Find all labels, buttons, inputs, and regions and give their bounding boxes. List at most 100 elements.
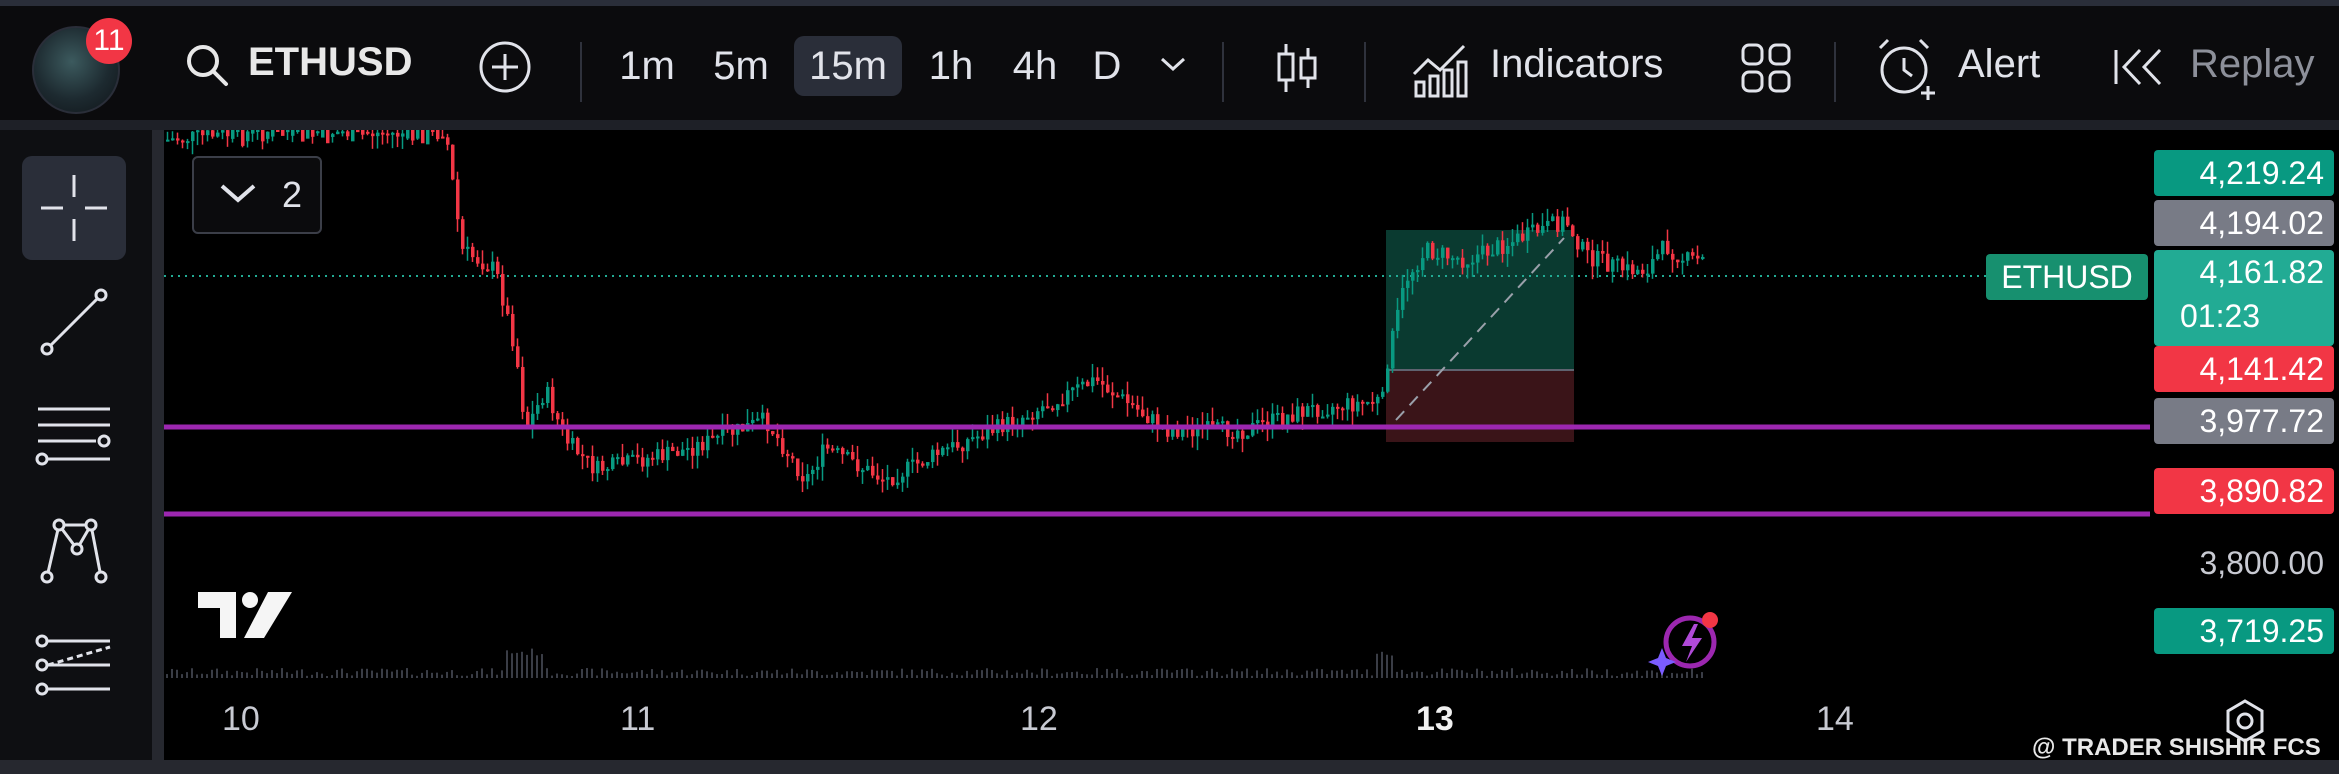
candle-body bbox=[1451, 258, 1455, 261]
candle-body bbox=[1566, 216, 1570, 226]
candles-icon[interactable] bbox=[1272, 42, 1320, 94]
ai-assistant-icon[interactable] bbox=[1646, 606, 1726, 686]
volume-bar bbox=[1571, 668, 1573, 678]
candle-body bbox=[751, 419, 755, 424]
candle-body bbox=[621, 457, 625, 465]
long-position-stop-zone[interactable] bbox=[1386, 370, 1574, 442]
volume-bar bbox=[536, 655, 538, 678]
candle-body bbox=[356, 130, 360, 133]
volume-bar bbox=[976, 669, 978, 678]
candle-body bbox=[1106, 384, 1110, 393]
crosshair-tool[interactable] bbox=[22, 156, 126, 260]
volume-bar bbox=[1381, 651, 1383, 678]
candle-body bbox=[306, 130, 310, 139]
candle-body bbox=[716, 435, 720, 438]
volume-bar bbox=[756, 672, 758, 678]
long-position-profit-zone[interactable] bbox=[1386, 230, 1574, 370]
candle-body bbox=[191, 131, 195, 142]
timeframe-4h[interactable]: 4h bbox=[998, 36, 1072, 96]
candle-body bbox=[1591, 250, 1595, 267]
timeframe-5m[interactable]: 5m bbox=[700, 36, 782, 96]
alert-button[interactable]: Alert bbox=[1958, 42, 2040, 87]
candle-body bbox=[811, 469, 815, 475]
candle-body bbox=[341, 131, 345, 134]
candle-body bbox=[1691, 252, 1695, 256]
candle-body bbox=[1611, 259, 1615, 272]
volume-bar bbox=[1251, 675, 1253, 678]
volume-bar bbox=[1331, 670, 1333, 678]
volume-bar bbox=[671, 672, 673, 678]
search-icon[interactable] bbox=[184, 42, 230, 88]
volume-bar bbox=[1326, 674, 1328, 678]
time-tick: 14 bbox=[1816, 700, 1854, 738]
volume-bar bbox=[751, 675, 753, 678]
volume-bar bbox=[261, 670, 263, 678]
volume-bar bbox=[1591, 670, 1593, 678]
price-label: 3,977.72 bbox=[2154, 398, 2334, 444]
volume-bar bbox=[771, 673, 773, 678]
volume-bar bbox=[1576, 674, 1578, 678]
candle-body bbox=[656, 449, 660, 460]
candle-body bbox=[476, 257, 480, 264]
chevron-down-icon[interactable] bbox=[1158, 54, 1188, 74]
candle-body bbox=[1556, 216, 1560, 232]
volume-bar bbox=[191, 668, 193, 678]
compare-symbol-button[interactable] bbox=[478, 40, 532, 94]
volume-bar bbox=[1256, 670, 1258, 678]
timeframe-1m[interactable]: 1m bbox=[606, 36, 688, 96]
candle-body bbox=[876, 475, 880, 480]
indicators-icon[interactable] bbox=[1410, 40, 1470, 98]
candle-body bbox=[171, 138, 175, 141]
volume-bar bbox=[371, 670, 373, 678]
candle-body bbox=[1021, 417, 1025, 426]
timeframe-15m[interactable]: 15m bbox=[794, 36, 902, 96]
volume-bar bbox=[926, 671, 928, 678]
volume-bar bbox=[746, 675, 748, 678]
volume-bar bbox=[951, 672, 953, 678]
candle-body bbox=[1406, 280, 1410, 288]
candle-body bbox=[1531, 224, 1535, 228]
symbol-search-button[interactable]: ETHUSD bbox=[248, 40, 412, 85]
candle-body bbox=[836, 448, 840, 451]
volume-bar bbox=[1086, 674, 1088, 678]
candle-body bbox=[401, 133, 405, 137]
volume-bar bbox=[666, 675, 668, 678]
volume-bar bbox=[721, 674, 723, 678]
current-price-label: 4,161.82 01:23 bbox=[2154, 250, 2334, 346]
timeframe-d[interactable]: D bbox=[1082, 36, 1132, 96]
candle-body bbox=[481, 263, 485, 270]
volume-bar bbox=[1526, 672, 1528, 678]
candle-body bbox=[816, 466, 820, 470]
trend-line-tool[interactable] bbox=[22, 270, 126, 374]
candle-body bbox=[466, 246, 470, 249]
volume-bar bbox=[266, 673, 268, 678]
candle-body bbox=[1061, 404, 1065, 407]
fib-retracement-tool[interactable] bbox=[22, 384, 126, 488]
volume-bar bbox=[741, 674, 743, 678]
pattern-tool[interactable] bbox=[22, 498, 126, 602]
candle-body bbox=[616, 457, 620, 460]
price-chart[interactable] bbox=[164, 130, 2150, 680]
volume-bar bbox=[961, 675, 963, 678]
replay-button[interactable]: Replay bbox=[2190, 42, 2315, 87]
indicators-button[interactable]: Indicators bbox=[1490, 42, 1663, 87]
volume-bar bbox=[426, 670, 428, 678]
volume-bar bbox=[1191, 669, 1193, 678]
legend-toggle[interactable]: 2 bbox=[192, 156, 322, 234]
candle-body bbox=[1426, 242, 1430, 259]
layout-grid-icon[interactable] bbox=[1740, 42, 1792, 94]
volume-bar bbox=[491, 668, 493, 678]
volume-bar bbox=[916, 675, 918, 678]
forecasting-tool[interactable] bbox=[22, 612, 126, 716]
volume-bar bbox=[1166, 669, 1168, 678]
replay-icon[interactable] bbox=[2112, 46, 2166, 88]
candle-body bbox=[1526, 227, 1530, 241]
candle-body bbox=[761, 412, 765, 419]
volume-bar bbox=[331, 675, 333, 678]
alarm-clock-icon[interactable] bbox=[1874, 36, 1940, 102]
timeframe-1h[interactable]: 1h bbox=[914, 36, 988, 96]
volume-bar bbox=[311, 674, 313, 678]
volume-bar bbox=[1551, 675, 1553, 678]
candle-body bbox=[1381, 391, 1385, 397]
time-axis[interactable] bbox=[164, 680, 2339, 760]
